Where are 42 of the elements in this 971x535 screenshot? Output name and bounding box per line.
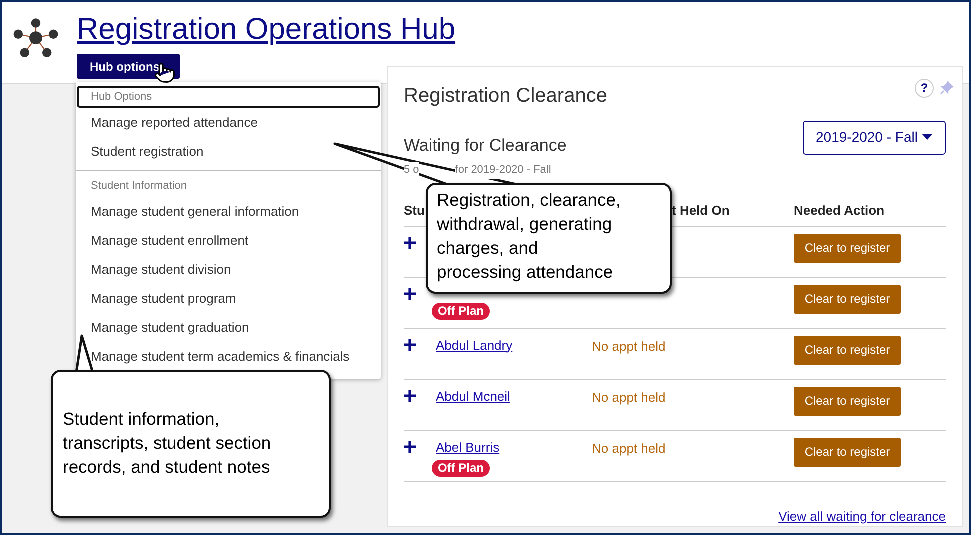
menu-item[interactable]: Manage student division [76,255,381,284]
clear-to-register-button[interactable]: Clear to register [794,234,901,262]
clear-to-register-button[interactable]: Clear to register [794,284,901,314]
menu-item[interactable]: Manage student graduation [76,313,381,342]
expand-plus-icon[interactable] [404,440,416,452]
expand-plus-icon[interactable] [404,338,416,350]
appointment-status: No appt held [592,338,667,356]
menu-item[interactable]: Manage student general information [76,197,381,226]
off-plan-tag: Off Plan [432,302,490,320]
menu-item[interactable]: Manage reported attendance [76,108,381,137]
expand-plus-icon[interactable] [404,288,416,300]
column-header: Needed Action [794,202,885,220]
term-select[interactable]: 2019-2020 - Fall [803,120,946,154]
student-name-link[interactable]: Abel Burris [436,438,500,457]
section-subtitle: for 2019-2020 - Fall [455,162,552,178]
help-icon[interactable]: ? [915,78,934,98]
expand-plus-icon[interactable] [404,236,416,248]
column-header: Stu [404,202,425,220]
student-name-link[interactable]: Abdul Landry [436,336,513,355]
panel-title: Registration Clearance [404,84,608,108]
menu-section-heading: Hub Options [77,86,380,108]
page-title-link[interactable]: Registration Operations Hub [77,12,456,48]
column-header: t Held On [672,202,730,220]
caret-icon [922,134,933,141]
off-plan-tag: Off Plan [432,460,490,477]
expand-plus-icon[interactable] [404,390,416,402]
menu-item[interactable]: Manage student program [76,284,381,313]
menu-item[interactable]: Manage student term academics & financials [76,342,381,371]
appointment-status: No appt held [592,440,667,458]
clear-to-register-button[interactable]: Clear to register [794,386,901,416]
section-title: Waiting for Clearance [404,134,567,156]
section-subtitle: 5 o [404,162,420,178]
menu-section-heading: Student Information [90,178,188,194]
clear-to-register-button[interactable]: Clear to register [794,438,901,466]
menu-item[interactable]: Student registration [76,137,381,166]
callout: Student information, transcripts, student section records, and student notes [51,370,331,518]
hub-options-button[interactable]: Hub options [77,54,180,79]
student-name-link[interactable]: Abdul Mcneil [436,386,510,406]
view-all-link[interactable]: View all waiting for clearance [778,506,946,526]
menu-item[interactable]: Manage student enrollment [76,226,381,255]
appointment-status: No appt held [592,388,667,407]
clear-to-register-button[interactable]: Clear to register [794,336,901,364]
